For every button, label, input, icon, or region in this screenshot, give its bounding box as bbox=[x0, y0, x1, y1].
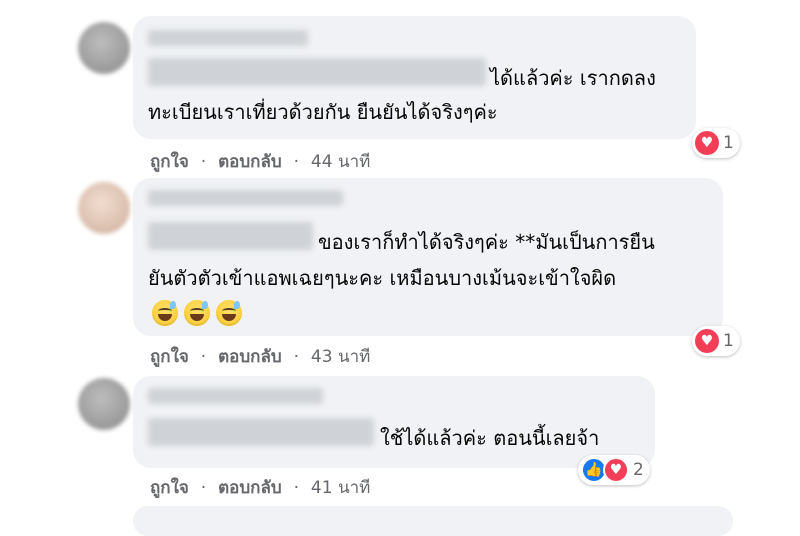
comment-actions: ถูกใจ · ตอบกลับ · 44 นาที bbox=[150, 148, 370, 175]
avatar[interactable] bbox=[78, 378, 130, 430]
avatar[interactable] bbox=[78, 22, 130, 74]
comment-text-line: ยันตัวตัวเข้าแอพเฉยๆนะคะ เหมือนบางเม้นจะ… bbox=[148, 266, 617, 290]
comment-text-line: ของเราก็ทำได้จริงๆค่ะ **มันเป็นการยืน bbox=[318, 230, 655, 254]
blurred-text bbox=[148, 58, 486, 86]
like-action[interactable]: ถูกใจ bbox=[150, 347, 189, 367]
separator: · bbox=[293, 347, 299, 367]
blurred-username[interactable] bbox=[148, 388, 323, 404]
comment-text-line: ใช้ได้แล้วค่ะ ตอนนี้เลยจ้า bbox=[380, 426, 600, 450]
blurred-username[interactable] bbox=[148, 30, 308, 46]
love-icon: ♥ bbox=[603, 457, 629, 483]
previous-comment-meta bbox=[150, 0, 550, 6]
love-icon: ♥ bbox=[695, 329, 719, 353]
reply-action[interactable]: ตอบกลับ bbox=[218, 478, 282, 498]
timestamp[interactable]: 43 นาที bbox=[311, 347, 370, 367]
reaction-summary[interactable]: 👍 ♥ 2 bbox=[578, 455, 650, 485]
separator: · bbox=[200, 347, 207, 367]
comment-actions: ถูกใจ · ตอบกลับ · 41 นาที bbox=[150, 474, 370, 501]
comment-text-line: ได้แล้วค่ะ เรากดลง bbox=[490, 66, 656, 90]
love-icon: ♥ bbox=[695, 131, 719, 155]
reply-action[interactable]: ตอบกลับ bbox=[218, 347, 282, 367]
sweat-smile-emoji bbox=[152, 300, 178, 326]
avatar[interactable] bbox=[78, 182, 130, 234]
timestamp[interactable]: 41 นาที bbox=[311, 478, 370, 498]
like-action[interactable]: ถูกใจ bbox=[150, 152, 189, 172]
separator: · bbox=[293, 152, 299, 172]
reply-action[interactable]: ตอบกลับ bbox=[218, 152, 282, 172]
comment-actions: ถูกใจ · ตอบกลับ · 43 นาที bbox=[150, 343, 370, 370]
sweat-smile-emoji bbox=[184, 300, 210, 326]
reaction-count: 2 bbox=[633, 460, 644, 480]
reaction-summary[interactable]: ♥ 1 bbox=[692, 326, 740, 356]
next-comment-bubble bbox=[133, 506, 733, 536]
reaction-count: 1 bbox=[723, 133, 734, 153]
reaction-summary[interactable]: ♥ 1 bbox=[692, 128, 740, 158]
separator: · bbox=[200, 478, 207, 498]
timestamp[interactable]: 44 นาที bbox=[311, 152, 370, 172]
separator: · bbox=[200, 152, 207, 172]
blurred-username[interactable] bbox=[148, 190, 343, 206]
reaction-count: 1 bbox=[723, 331, 734, 351]
blurred-text bbox=[148, 418, 374, 446]
blurred-text bbox=[148, 222, 313, 250]
sweat-smile-emoji bbox=[216, 300, 242, 326]
like-action[interactable]: ถูกใจ bbox=[150, 478, 189, 498]
comment-text-line: ทะเบียนเราเที่ยวด้วยกัน ยืนยันได้จริงๆค่… bbox=[148, 100, 498, 124]
separator: · bbox=[293, 478, 299, 498]
